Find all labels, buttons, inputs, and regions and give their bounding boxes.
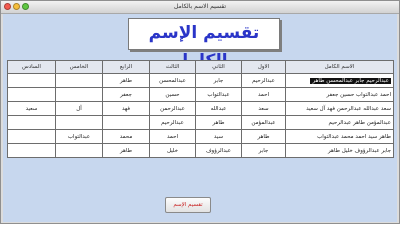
app-window: تقسيم الاسم بالكامل تقسيم الإسم بالكامل … <box>0 0 400 224</box>
full-name-cell[interactable]: سعد عبدالله عبدالرحمن فهد آل سعيد <box>285 101 394 116</box>
name-part-cell[interactable]: عبدالله <box>195 101 242 116</box>
name-part-cell[interactable]: احمد <box>149 129 196 144</box>
table-row: احمد عبدالتواب حسين جعفر احمد عبدالتواب … <box>7 87 394 102</box>
name-part-cell[interactable] <box>7 129 56 144</box>
name-part-cell[interactable]: جابر <box>195 73 242 88</box>
full-name-cell[interactable]: احمد عبدالتواب حسين جعفر <box>285 87 394 102</box>
name-part-cell[interactable]: جابر <box>241 143 286 158</box>
column-header-fourth: الرابع <box>102 60 150 74</box>
title-bar: تقسيم الاسم بالكامل <box>1 1 399 14</box>
name-part-cell[interactable]: طاهر <box>241 129 286 144</box>
column-header-fifth: الخامس <box>55 60 103 74</box>
name-part-cell[interactable]: محمد <box>102 129 150 144</box>
name-part-cell[interactable] <box>55 87 103 102</box>
column-header-second: الثاني <box>195 60 242 74</box>
name-part-cell[interactable]: حسين <box>149 87 196 102</box>
split-name-button[interactable]: تقسيم الإسم <box>165 197 211 213</box>
full-name-cell[interactable]: طاهر سيد احمد محمد عبدالتواب <box>285 129 394 144</box>
name-part-cell[interactable] <box>7 87 56 102</box>
name-part-cell[interactable]: سعد <box>241 101 286 116</box>
name-part-cell[interactable]: عبدالتواب <box>55 129 103 144</box>
full-name-cell[interactable]: عبدالرحيم جابر عبدالمحسن طاهر <box>285 73 394 88</box>
name-part-cell[interactable]: طاهر <box>102 73 150 88</box>
name-part-cell[interactable]: عبدالرؤوف <box>195 143 242 158</box>
name-part-cell[interactable]: فهد <box>102 101 150 116</box>
name-part-cell[interactable] <box>7 115 56 130</box>
column-header-third: الثالث <box>149 60 196 74</box>
table-header-row: الاسم الكامل الاول الثاني الثالث الرابع … <box>7 60 394 74</box>
name-part-cell[interactable]: عبدالرحمن <box>149 101 196 116</box>
names-table: الاسم الكامل الاول الثاني الثالث الرابع … <box>7 60 394 158</box>
name-part-cell[interactable]: عبدالمحسن <box>149 73 196 88</box>
name-part-cell[interactable]: جعفر <box>102 87 150 102</box>
table-row: سعد عبدالله عبدالرحمن فهد آل سعيد سعد عب… <box>7 101 394 116</box>
name-part-cell[interactable]: آل <box>55 101 103 116</box>
name-part-cell[interactable] <box>55 115 103 130</box>
table-row: طاهر سيد احمد محمد عبدالتواب طاهر سيد اح… <box>7 129 394 144</box>
name-part-cell[interactable] <box>55 73 103 88</box>
selected-text: عبدالرحيم جابر عبدالمحسن طاهر <box>310 77 391 84</box>
full-name-cell[interactable]: عبدالمؤمن طاهر عبدالرحيم <box>285 115 394 130</box>
name-part-cell[interactable]: طاهر <box>102 143 150 158</box>
name-part-cell[interactable]: عبدالتواب <box>195 87 242 102</box>
name-part-cell[interactable] <box>7 73 56 88</box>
table-row: جابر عبدالرؤوف خليل طاهر جابر عبدالرؤوف … <box>7 143 394 158</box>
name-part-cell[interactable]: عبدالرحيم <box>149 115 196 130</box>
form-body: تقسيم الإسم بالكامل الاسم الكامل الاول ا… <box>3 14 397 222</box>
table-row: عبدالمؤمن طاهر عبدالرحيم عبدالمؤمن طاهر … <box>7 115 394 130</box>
page-title: تقسيم الإسم بالكامل <box>128 18 280 71</box>
column-header-sixth: السادس <box>7 60 56 74</box>
name-part-cell[interactable]: عبدالرحيم <box>241 73 286 88</box>
name-part-cell[interactable]: سيد <box>195 129 242 144</box>
full-name-cell[interactable]: جابر عبدالرؤوف خليل طاهر <box>285 143 394 158</box>
column-header-full-name: الاسم الكامل <box>285 60 394 74</box>
name-part-cell[interactable]: طاهر <box>195 115 242 130</box>
name-part-cell[interactable] <box>55 143 103 158</box>
table-row: عبدالرحيم جابر عبدالمحسن طاهر عبدالرحيم … <box>7 73 394 88</box>
column-header-first: الاول <box>241 60 286 74</box>
name-part-cell[interactable]: احمد <box>241 87 286 102</box>
name-part-cell[interactable]: عبدالمؤمن <box>241 115 286 130</box>
name-part-cell[interactable]: سعيد <box>7 101 56 116</box>
name-part-cell[interactable] <box>7 143 56 158</box>
name-part-cell[interactable] <box>102 115 150 130</box>
window-title: تقسيم الاسم بالكامل <box>173 3 226 10</box>
name-part-cell[interactable]: خليل <box>149 143 196 158</box>
